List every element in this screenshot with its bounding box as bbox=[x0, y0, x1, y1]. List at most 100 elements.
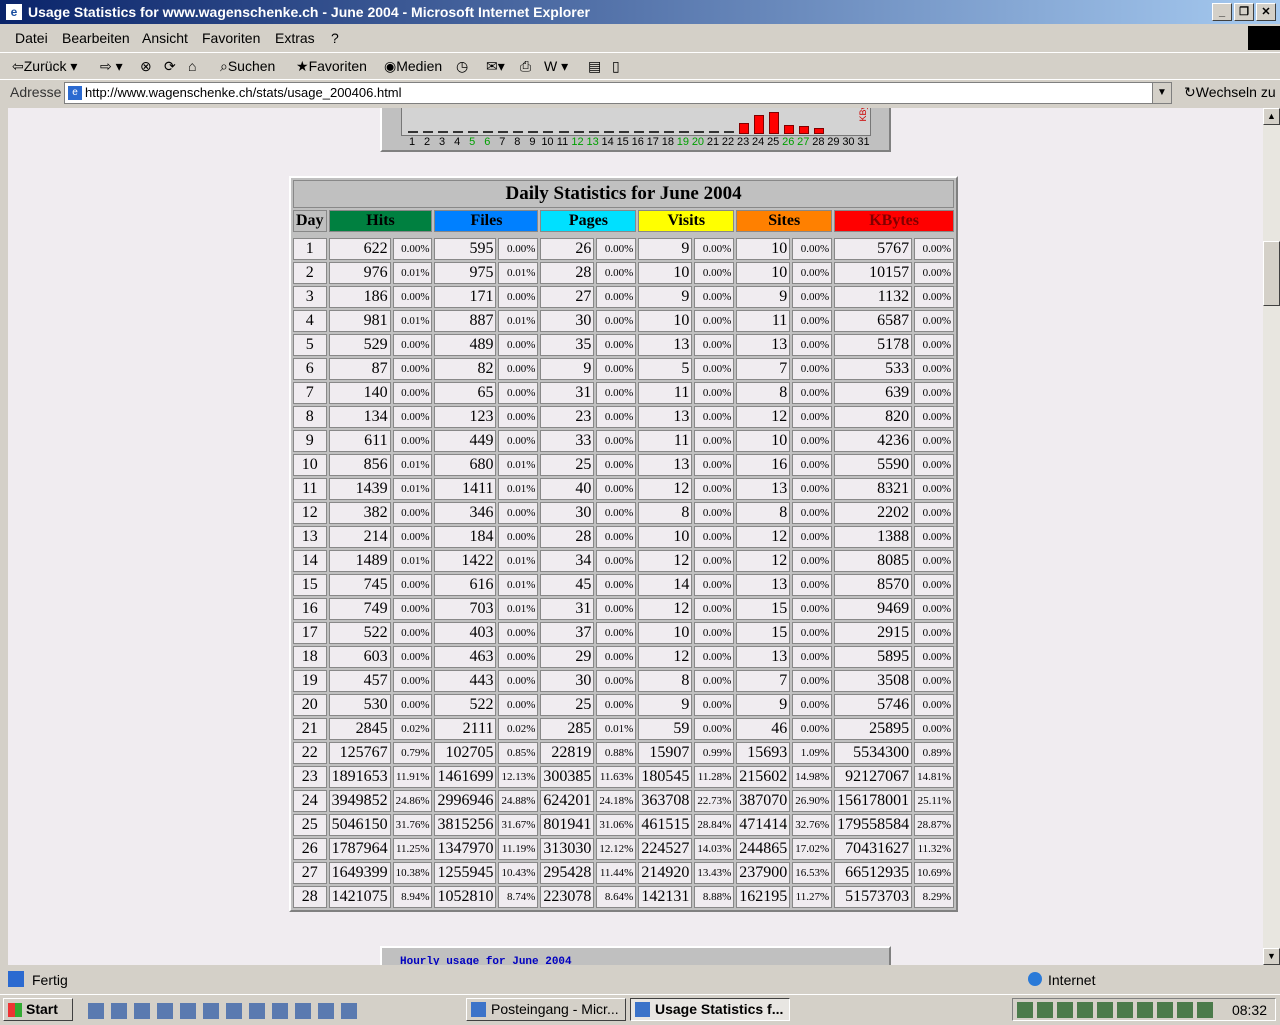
value-cell: 8 bbox=[736, 502, 791, 524]
table-separator bbox=[293, 234, 955, 236]
day-cell: 25 bbox=[293, 814, 327, 836]
quicklaunch-icon[interactable] bbox=[203, 1003, 219, 1019]
table-row: 10 856 0.01% 680 0.01% 25 0.00% 13 0.00% 16 0.00% 5… bbox=[293, 454, 955, 476]
value-cell: 3508 bbox=[834, 670, 913, 692]
day-cell: 8 bbox=[293, 406, 327, 428]
quicklaunch-icon[interactable] bbox=[157, 1003, 173, 1019]
value-cell: 300385 bbox=[540, 766, 595, 788]
address-url[interactable]: http://www.wagenschenke.ch/stats/usage_2… bbox=[85, 85, 402, 100]
close-button[interactable]: ✕ bbox=[1256, 3, 1276, 21]
tray-icon[interactable] bbox=[1197, 1002, 1213, 1018]
column-header-0: Day bbox=[293, 210, 327, 232]
percent-cell: 10.69% bbox=[914, 862, 955, 884]
address-input[interactable]: e http://www.wagenschenke.ch/stats/usage… bbox=[64, 82, 1154, 104]
print-icon[interactable]: ⎙ bbox=[520, 58, 531, 75]
day-cell: 5 bbox=[293, 334, 327, 356]
menu-favoriten[interactable]: Favoriten bbox=[202, 30, 260, 46]
tray-icon[interactable] bbox=[1057, 1002, 1073, 1018]
graph-day-label: 18 bbox=[661, 136, 674, 148]
tray-icon[interactable] bbox=[1077, 1002, 1093, 1018]
quicklaunch-icon[interactable] bbox=[272, 1003, 288, 1019]
forward-button[interactable]: ⇨ ▾ bbox=[100, 58, 123, 75]
media-button[interactable]: ◉Medien bbox=[384, 58, 442, 75]
quicklaunch-icon[interactable] bbox=[295, 1003, 311, 1019]
minimize-button[interactable]: _ bbox=[1212, 3, 1232, 21]
home-icon[interactable]: ⌂ bbox=[188, 58, 196, 74]
percent-cell: 0.00% bbox=[498, 382, 539, 404]
percent-cell: 0.00% bbox=[596, 646, 637, 668]
percent-cell: 0.00% bbox=[694, 454, 735, 476]
percent-cell: 8.74% bbox=[498, 886, 539, 908]
tray-icon[interactable] bbox=[1017, 1002, 1033, 1018]
scroll-up-button[interactable]: ▲ bbox=[1263, 108, 1280, 125]
task-outlook[interactable]: Posteingang - Micr... bbox=[466, 998, 626, 1021]
percent-cell: 0.00% bbox=[914, 430, 955, 452]
graph-day-label: 17 bbox=[646, 136, 659, 148]
menu-help[interactable]: ? bbox=[331, 30, 339, 46]
globe-icon bbox=[1028, 972, 1042, 986]
discuss-icon[interactable]: ▤ bbox=[588, 58, 601, 75]
percent-cell: 0.00% bbox=[498, 694, 539, 716]
percent-cell: 0.00% bbox=[914, 406, 955, 428]
address-dropdown-button[interactable]: ▼ bbox=[1152, 82, 1172, 104]
table-row: 8 134 0.00% 123 0.00% 23 0.00% 13 0.00% 12 0.00% 82… bbox=[293, 406, 955, 428]
quicklaunch-icon[interactable] bbox=[134, 1003, 150, 1019]
tray-icon[interactable] bbox=[1137, 1002, 1153, 1018]
table-row: 27 1649399 10.38% 1255945 10.43% 295428 11.44%… bbox=[293, 862, 955, 884]
tray-icon[interactable] bbox=[1157, 1002, 1173, 1018]
tray-icon[interactable] bbox=[1117, 1002, 1133, 1018]
quicklaunch-icon[interactable] bbox=[318, 1003, 334, 1019]
security-zone: Internet bbox=[1048, 972, 1096, 988]
messenger-icon[interactable]: ▯ bbox=[612, 58, 620, 75]
menu-ansicht[interactable]: Ansicht bbox=[142, 30, 188, 46]
tray-icon[interactable] bbox=[1097, 1002, 1113, 1018]
history-icon[interactable]: ◷ bbox=[456, 58, 468, 75]
value-cell: 31 bbox=[540, 382, 595, 404]
vertical-scrollbar[interactable]: ▲ ▼ bbox=[1263, 108, 1280, 965]
start-button[interactable]: Start bbox=[3, 998, 73, 1021]
tray-icon[interactable] bbox=[1037, 1002, 1053, 1018]
mail-icon[interactable]: ✉▾ bbox=[486, 58, 505, 75]
percent-cell: 0.01% bbox=[498, 262, 539, 284]
percent-cell: 0.00% bbox=[792, 382, 833, 404]
menu-bearbeiten[interactable]: Bearbeiten bbox=[62, 30, 130, 46]
scroll-thumb[interactable] bbox=[1263, 241, 1280, 306]
value-cell: 403 bbox=[434, 622, 497, 644]
value-cell: 611 bbox=[328, 430, 391, 452]
value-cell: 703 bbox=[434, 598, 497, 620]
menu-datei[interactable]: Datei bbox=[15, 30, 48, 46]
column-header-1: Hits bbox=[328, 210, 433, 232]
quicklaunch-icon[interactable] bbox=[88, 1003, 104, 1019]
scroll-down-button[interactable]: ▼ bbox=[1263, 948, 1280, 965]
quicklaunch-icon[interactable] bbox=[226, 1003, 242, 1019]
day-cell: 23 bbox=[293, 766, 327, 788]
quicklaunch-icon[interactable] bbox=[341, 1003, 357, 1019]
edit-icon[interactable]: W ▾ bbox=[544, 58, 568, 75]
day-cell: 17 bbox=[293, 622, 327, 644]
favorites-button[interactable]: ★Favoriten bbox=[296, 58, 367, 75]
value-cell: 820 bbox=[834, 406, 913, 428]
quicklaunch-icon[interactable] bbox=[180, 1003, 196, 1019]
percent-cell: 0.00% bbox=[498, 358, 539, 380]
percent-cell: 0.00% bbox=[596, 622, 637, 644]
quicklaunch-icon[interactable] bbox=[249, 1003, 265, 1019]
go-button[interactable]: ↻Wechseln zu bbox=[1184, 84, 1276, 101]
value-cell: 51573703 bbox=[834, 886, 913, 908]
graph-bar bbox=[769, 112, 780, 134]
refresh-icon[interactable]: ⟳ bbox=[164, 58, 176, 75]
search-button[interactable]: ⌕Suchen bbox=[220, 58, 275, 75]
back-button[interactable]: ⇦Zurück ▾ bbox=[12, 58, 77, 75]
graph-day-label: 4 bbox=[454, 136, 461, 148]
quicklaunch-icon[interactable] bbox=[111, 1003, 127, 1019]
stop-icon[interactable]: ⊗ bbox=[140, 58, 152, 75]
maximize-button[interactable]: ❐ bbox=[1234, 3, 1254, 21]
percent-cell: 0.00% bbox=[914, 502, 955, 524]
menu-extras[interactable]: Extras bbox=[275, 30, 315, 46]
task-ie-usage-statistics[interactable]: Usage Statistics f... bbox=[630, 998, 790, 1021]
percent-cell: 0.00% bbox=[792, 502, 833, 524]
search-icon: ⌕ bbox=[220, 58, 228, 74]
value-cell: 5534300 bbox=[834, 742, 913, 764]
tray-icon[interactable] bbox=[1177, 1002, 1193, 1018]
percent-cell: 0.00% bbox=[694, 598, 735, 620]
value-cell: 2845 bbox=[328, 718, 391, 740]
